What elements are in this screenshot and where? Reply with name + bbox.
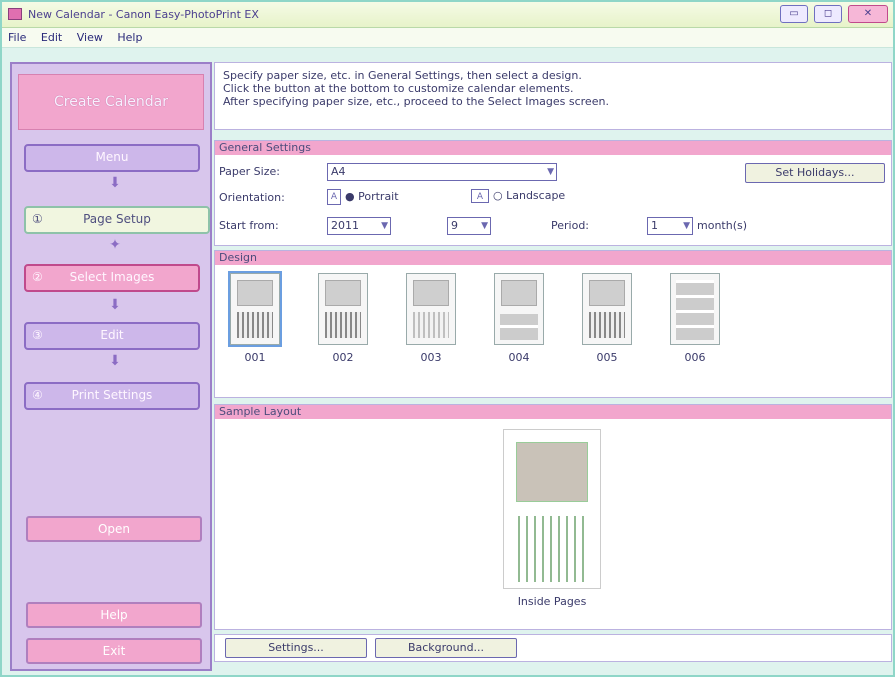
- exit-button[interactable]: Exit: [26, 638, 202, 664]
- sample-calendar-grid: [518, 516, 588, 582]
- chevron-down-icon: ▼: [481, 221, 488, 231]
- title-bar: New Calendar - Canon Easy-PhotoPrint EX …: [2, 2, 893, 28]
- design-004[interactable]: 004: [491, 273, 547, 364]
- sample-photo: [516, 442, 588, 502]
- paper-size-label: Paper Size:: [219, 165, 280, 178]
- design-thumbnail: [494, 273, 544, 345]
- design-thumbnail: [670, 273, 720, 345]
- design-number: 002: [332, 351, 354, 364]
- step-label: Page Setup: [83, 212, 151, 226]
- left-panel: Create Calendar Menu ⬇ ① Page Setup ✦ ② …: [10, 62, 212, 671]
- sample-caption: Inside Pages: [517, 595, 587, 608]
- design-006[interactable]: 006: [667, 273, 723, 364]
- open-button[interactable]: Open: [26, 516, 202, 542]
- general-settings-header: General Settings: [215, 141, 891, 155]
- start-year-value: 2011: [331, 219, 359, 232]
- design-header: Design: [215, 251, 891, 265]
- design-005[interactable]: 005: [579, 273, 635, 364]
- design-number: 001: [244, 351, 266, 364]
- maximize-button[interactable]: ◻: [814, 5, 842, 23]
- period-label: Period:: [551, 219, 590, 232]
- design-number: 006: [684, 351, 706, 364]
- bottom-toolbar: Settings... Background...: [214, 634, 892, 662]
- design-number: 005: [596, 351, 618, 364]
- step-label: Edit: [100, 328, 124, 342]
- step-edit[interactable]: ③ Edit: [24, 322, 200, 350]
- menu-bar: File Edit View Help: [2, 28, 893, 48]
- portrait-label: Portrait: [358, 190, 399, 203]
- chevron-down-icon: ▼: [683, 221, 690, 231]
- down-arrow-icon: ⬇: [109, 353, 121, 369]
- start-from-label: Start from:: [219, 219, 279, 232]
- sample-preview: [503, 429, 601, 589]
- design-group: Design 001 002 003 004 005 006: [214, 250, 892, 398]
- down-arrow-icon: ⬇: [109, 297, 121, 313]
- create-calendar-title: Create Calendar: [18, 74, 204, 130]
- background-button[interactable]: Background...: [375, 638, 517, 658]
- orientation-label: Orientation:: [219, 191, 285, 204]
- down-arrow-icon: ⬇: [109, 175, 121, 191]
- portrait-radio[interactable]: A ● Portrait: [327, 189, 399, 205]
- minimize-button[interactable]: ▭: [780, 5, 808, 23]
- paper-size-select[interactable]: A4 ▼: [327, 163, 557, 181]
- period-select[interactable]: 1 ▼: [647, 217, 693, 235]
- menu-button[interactable]: Menu: [24, 144, 200, 172]
- window-title: New Calendar - Canon Easy-PhotoPrint EX: [28, 8, 259, 21]
- help-button[interactable]: Help: [26, 602, 202, 628]
- start-month-select[interactable]: 9 ▼: [447, 217, 491, 235]
- general-settings-group: General Settings Paper Size: A4 ▼ Set Ho…: [214, 140, 892, 246]
- start-year-select[interactable]: 2011 ▼: [327, 217, 391, 235]
- step-print-settings[interactable]: ④ Print Settings: [24, 382, 200, 410]
- step-page-setup[interactable]: ① Page Setup: [24, 206, 210, 234]
- step-label: Print Settings: [71, 388, 153, 402]
- design-thumbnail: [318, 273, 368, 345]
- close-button[interactable]: ✕: [848, 5, 888, 23]
- landscape-radio[interactable]: A ○ Landscape: [471, 189, 565, 203]
- instruction-line: After specifying paper size, etc., proce…: [223, 95, 609, 108]
- set-holidays-button[interactable]: Set Holidays...: [745, 163, 885, 183]
- chevron-down-icon: ▼: [547, 167, 554, 177]
- design-002[interactable]: 002: [315, 273, 371, 364]
- design-001[interactable]: 001: [227, 271, 283, 364]
- app-window: New Calendar - Canon Easy-PhotoPrint EX …: [0, 0, 895, 677]
- design-number: 003: [420, 351, 442, 364]
- sample-layout-group: Sample Layout Inside Pages: [214, 404, 892, 630]
- design-thumbnail: [406, 273, 456, 345]
- landscape-icon: A: [471, 189, 489, 203]
- menu-file[interactable]: File: [2, 28, 31, 44]
- menu-edit[interactable]: Edit: [35, 28, 67, 44]
- down-arrow-icon: ✦: [109, 237, 121, 253]
- design-number: 004: [508, 351, 530, 364]
- design-003[interactable]: 003: [403, 273, 459, 364]
- chevron-down-icon: ▼: [381, 221, 388, 231]
- sample-layout-header: Sample Layout: [215, 405, 891, 419]
- menu-view[interactable]: View: [71, 28, 108, 44]
- portrait-icon: A: [327, 189, 341, 205]
- instruction-line: Click the button at the bottom to custom…: [223, 82, 574, 95]
- menu-help[interactable]: Help: [111, 28, 147, 44]
- design-thumbnail: [582, 273, 632, 345]
- period-unit: month(s): [697, 219, 748, 232]
- app-icon: [8, 8, 22, 20]
- instructions: Specify paper size, etc. in General Sett…: [214, 62, 892, 130]
- menu-button-label: Menu: [95, 150, 129, 164]
- settings-button[interactable]: Settings...: [225, 638, 367, 658]
- instruction-line: Specify paper size, etc. in General Sett…: [223, 69, 582, 82]
- step-label: Select Images: [69, 270, 155, 284]
- landscape-label: Landscape: [506, 189, 566, 202]
- start-month-value: 9: [451, 219, 458, 232]
- design-thumbnail: [228, 271, 282, 347]
- paper-size-value: A4: [331, 165, 346, 178]
- period-value: 1: [651, 219, 658, 232]
- step-select-images[interactable]: ② Select Images: [24, 264, 200, 292]
